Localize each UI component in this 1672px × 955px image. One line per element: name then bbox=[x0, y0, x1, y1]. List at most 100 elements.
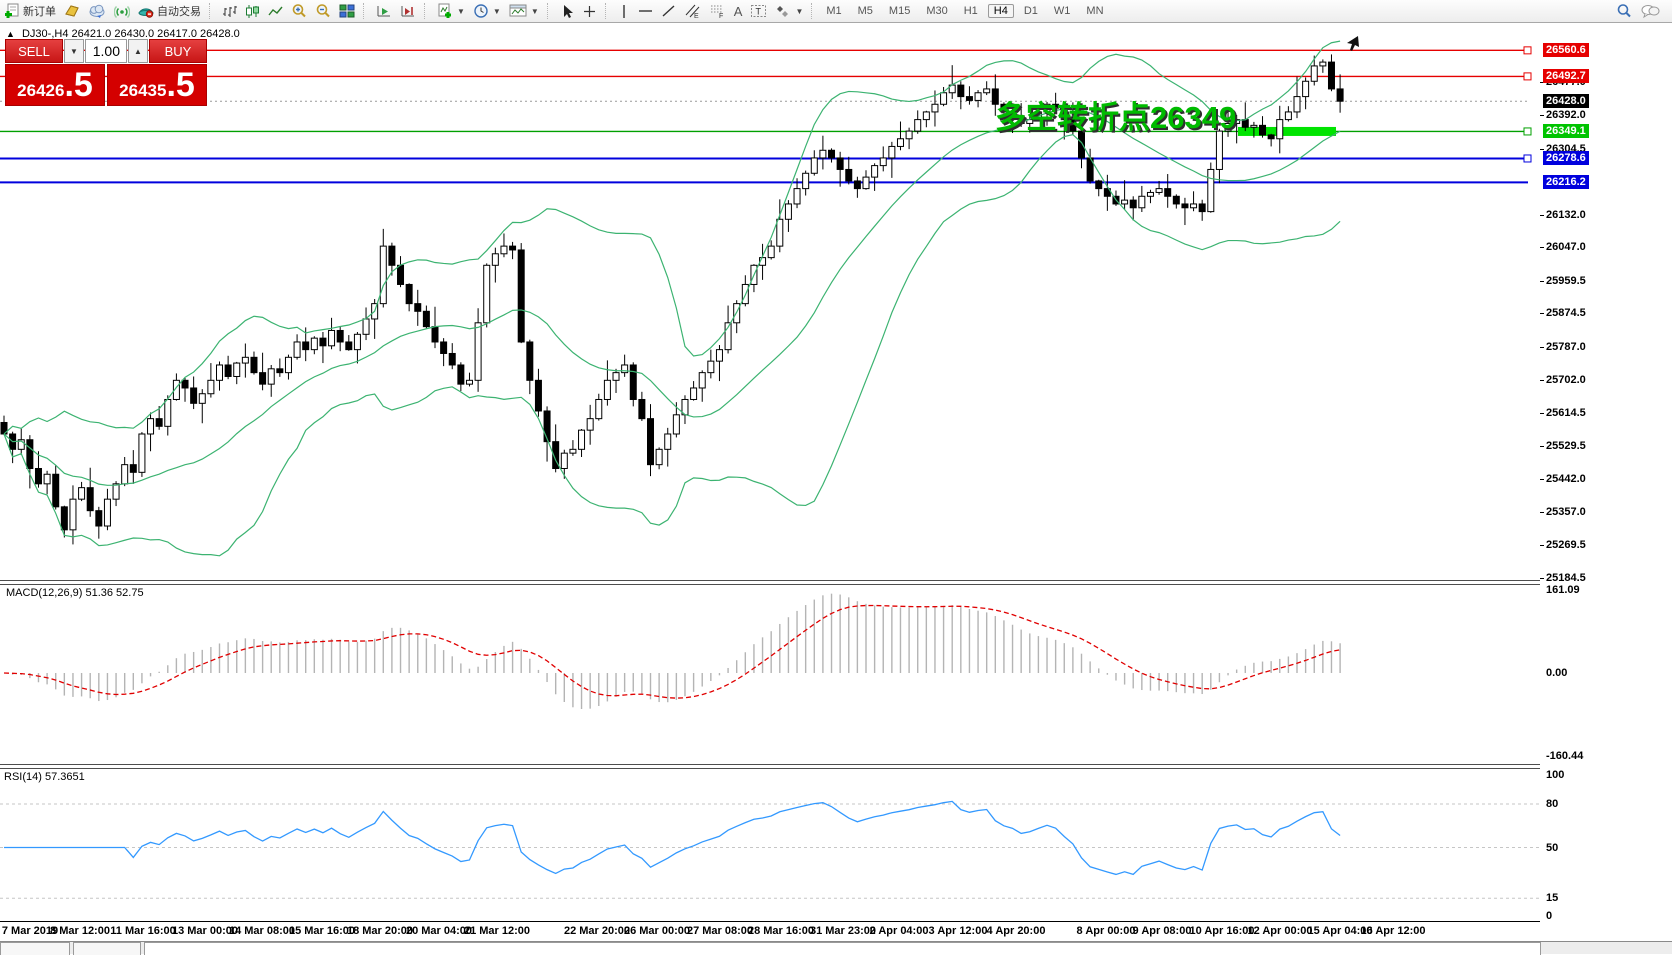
candle-body bbox=[1191, 204, 1197, 208]
macd-axis-label: -160.44 bbox=[1546, 750, 1583, 762]
candle-body bbox=[785, 204, 791, 219]
price-badge-26560.6: 26560.6 bbox=[1543, 43, 1589, 57]
candle-body bbox=[501, 246, 507, 254]
pane-divider[interactable] bbox=[0, 764, 1540, 769]
candle-body bbox=[941, 93, 947, 105]
cursor-tool-button[interactable] bbox=[556, 1, 578, 21]
price-tick-mark bbox=[1540, 281, 1544, 282]
candle-body bbox=[932, 104, 938, 112]
chart-shift-button[interactable] bbox=[396, 1, 420, 21]
candle-body bbox=[656, 449, 662, 464]
fibonacci-tool[interactable]: F bbox=[705, 1, 730, 21]
crosshair-tool-button[interactable] bbox=[578, 1, 601, 21]
macd-pane[interactable] bbox=[0, 584, 1540, 766]
trendline-tool[interactable] bbox=[657, 1, 680, 21]
candle-body bbox=[251, 357, 257, 372]
price-tick-label: 25269.5 bbox=[1546, 539, 1586, 551]
candle-body bbox=[596, 399, 602, 418]
window-tab[interactable] bbox=[73, 942, 141, 955]
candle-body bbox=[1122, 200, 1128, 204]
price-tick-mark bbox=[1540, 215, 1544, 216]
sell-button[interactable]: SELL bbox=[5, 39, 63, 63]
window-tab-active[interactable] bbox=[144, 942, 1541, 955]
auto-trading-button[interactable]: 自动交易 bbox=[134, 1, 205, 21]
candle-body bbox=[889, 146, 895, 158]
candle-body bbox=[217, 365, 223, 380]
search-button[interactable] bbox=[1612, 1, 1636, 21]
data-window-button[interactable] bbox=[84, 1, 110, 21]
level-handle[interactable] bbox=[1524, 128, 1531, 135]
level-handle[interactable] bbox=[1524, 73, 1531, 80]
candlestick-mode-button[interactable] bbox=[241, 1, 264, 21]
time-axis[interactable]: 7 Mar 20198 Mar 12:0011 Mar 16:0013 Mar … bbox=[0, 923, 1540, 939]
buy-button[interactable]: BUY bbox=[149, 39, 207, 63]
vertical-line-tool[interactable] bbox=[614, 1, 634, 21]
price-axis[interactable]: 26477.026392.026304.526132.026047.025959… bbox=[1540, 0, 1672, 953]
candle-body bbox=[406, 284, 412, 303]
line-chart-mode-button[interactable] bbox=[264, 1, 287, 21]
candle-body bbox=[872, 166, 878, 178]
candle-body bbox=[1251, 125, 1257, 127]
volume-increase-button[interactable]: ▲ bbox=[128, 39, 148, 63]
volume-input[interactable]: 1.00 bbox=[85, 39, 127, 63]
candle-body bbox=[122, 465, 128, 484]
timeframe-d1[interactable]: D1 bbox=[1018, 4, 1044, 18]
equidistant-channel-tool[interactable]: E bbox=[680, 1, 705, 21]
market-watch-button[interactable] bbox=[60, 1, 84, 21]
timeframe-h4[interactable]: H4 bbox=[988, 4, 1014, 18]
timeframe-m15[interactable]: M15 bbox=[883, 4, 916, 18]
level-handle[interactable] bbox=[1524, 47, 1531, 54]
signals-button[interactable] bbox=[110, 1, 134, 21]
shapes-tool[interactable]: ▼ bbox=[771, 1, 807, 21]
price-tick-mark bbox=[1540, 479, 1544, 480]
main-chart-pane[interactable] bbox=[0, 22, 1540, 580]
candle-body bbox=[1268, 135, 1274, 139]
text-tool[interactable]: A bbox=[730, 1, 747, 21]
rsi-axis-label: 15 bbox=[1546, 892, 1558, 904]
candle-body bbox=[1303, 81, 1309, 96]
candle-body bbox=[570, 449, 576, 453]
price-tick-label: 25787.0 bbox=[1546, 341, 1586, 353]
candle-body bbox=[260, 373, 266, 385]
candle-body bbox=[87, 488, 93, 511]
tile-windows-button[interactable] bbox=[335, 1, 359, 21]
volume-decrease-button[interactable]: ▼ bbox=[64, 39, 84, 63]
pane-divider[interactable] bbox=[0, 580, 1540, 585]
candle-body bbox=[975, 93, 981, 101]
level-handle[interactable] bbox=[1524, 155, 1531, 162]
timeframe-h1[interactable]: H1 bbox=[958, 4, 984, 18]
new-order-button[interactable]: 新订单 bbox=[0, 1, 60, 21]
rsi-pane[interactable] bbox=[0, 769, 1540, 921]
templates-button[interactable]: ▼ bbox=[505, 1, 543, 21]
time-axis-label: 22 Mar 20:00 bbox=[564, 925, 630, 937]
timeframe-m1[interactable]: M1 bbox=[820, 4, 847, 18]
text-label-tool[interactable]: T bbox=[746, 1, 771, 21]
auto-scroll-button[interactable] bbox=[372, 1, 396, 21]
buy-price-display[interactable]: 26435 .5 bbox=[107, 64, 207, 106]
zoom-in-button[interactable] bbox=[287, 1, 311, 21]
sell-price-display[interactable]: 26426 .5 bbox=[5, 64, 105, 106]
macd-signal-line bbox=[4, 606, 1340, 699]
candle-body bbox=[139, 434, 145, 472]
price-badge-26278.6: 26278.6 bbox=[1543, 151, 1589, 165]
window-tab[interactable] bbox=[0, 942, 70, 955]
zoom-out-button[interactable] bbox=[311, 1, 335, 21]
signal-icon bbox=[114, 3, 130, 19]
timeframe-m5[interactable]: M5 bbox=[852, 4, 879, 18]
chat-button[interactable] bbox=[1636, 1, 1664, 21]
indicators-icon bbox=[437, 3, 453, 19]
timeframe-mn[interactable]: MN bbox=[1080, 4, 1109, 18]
horizontal-line-tool[interactable] bbox=[634, 1, 657, 21]
bar-chart-mode-button[interactable] bbox=[218, 1, 241, 21]
candle-body bbox=[294, 342, 300, 357]
candle-body bbox=[35, 468, 41, 483]
timeframe-m30[interactable]: M30 bbox=[920, 4, 953, 18]
collapse-panel-icon[interactable]: ▲ bbox=[6, 29, 15, 39]
candle-body bbox=[225, 365, 231, 377]
turning-point-annotation[interactable]: 多空转折点26349 bbox=[995, 92, 1236, 137]
text-label-icon: T bbox=[750, 3, 767, 19]
candle-body bbox=[984, 89, 990, 93]
indicators-button[interactable]: ▼ bbox=[433, 1, 469, 21]
timeframe-w1[interactable]: W1 bbox=[1048, 4, 1077, 18]
periods-button[interactable]: ▼ bbox=[469, 1, 505, 21]
